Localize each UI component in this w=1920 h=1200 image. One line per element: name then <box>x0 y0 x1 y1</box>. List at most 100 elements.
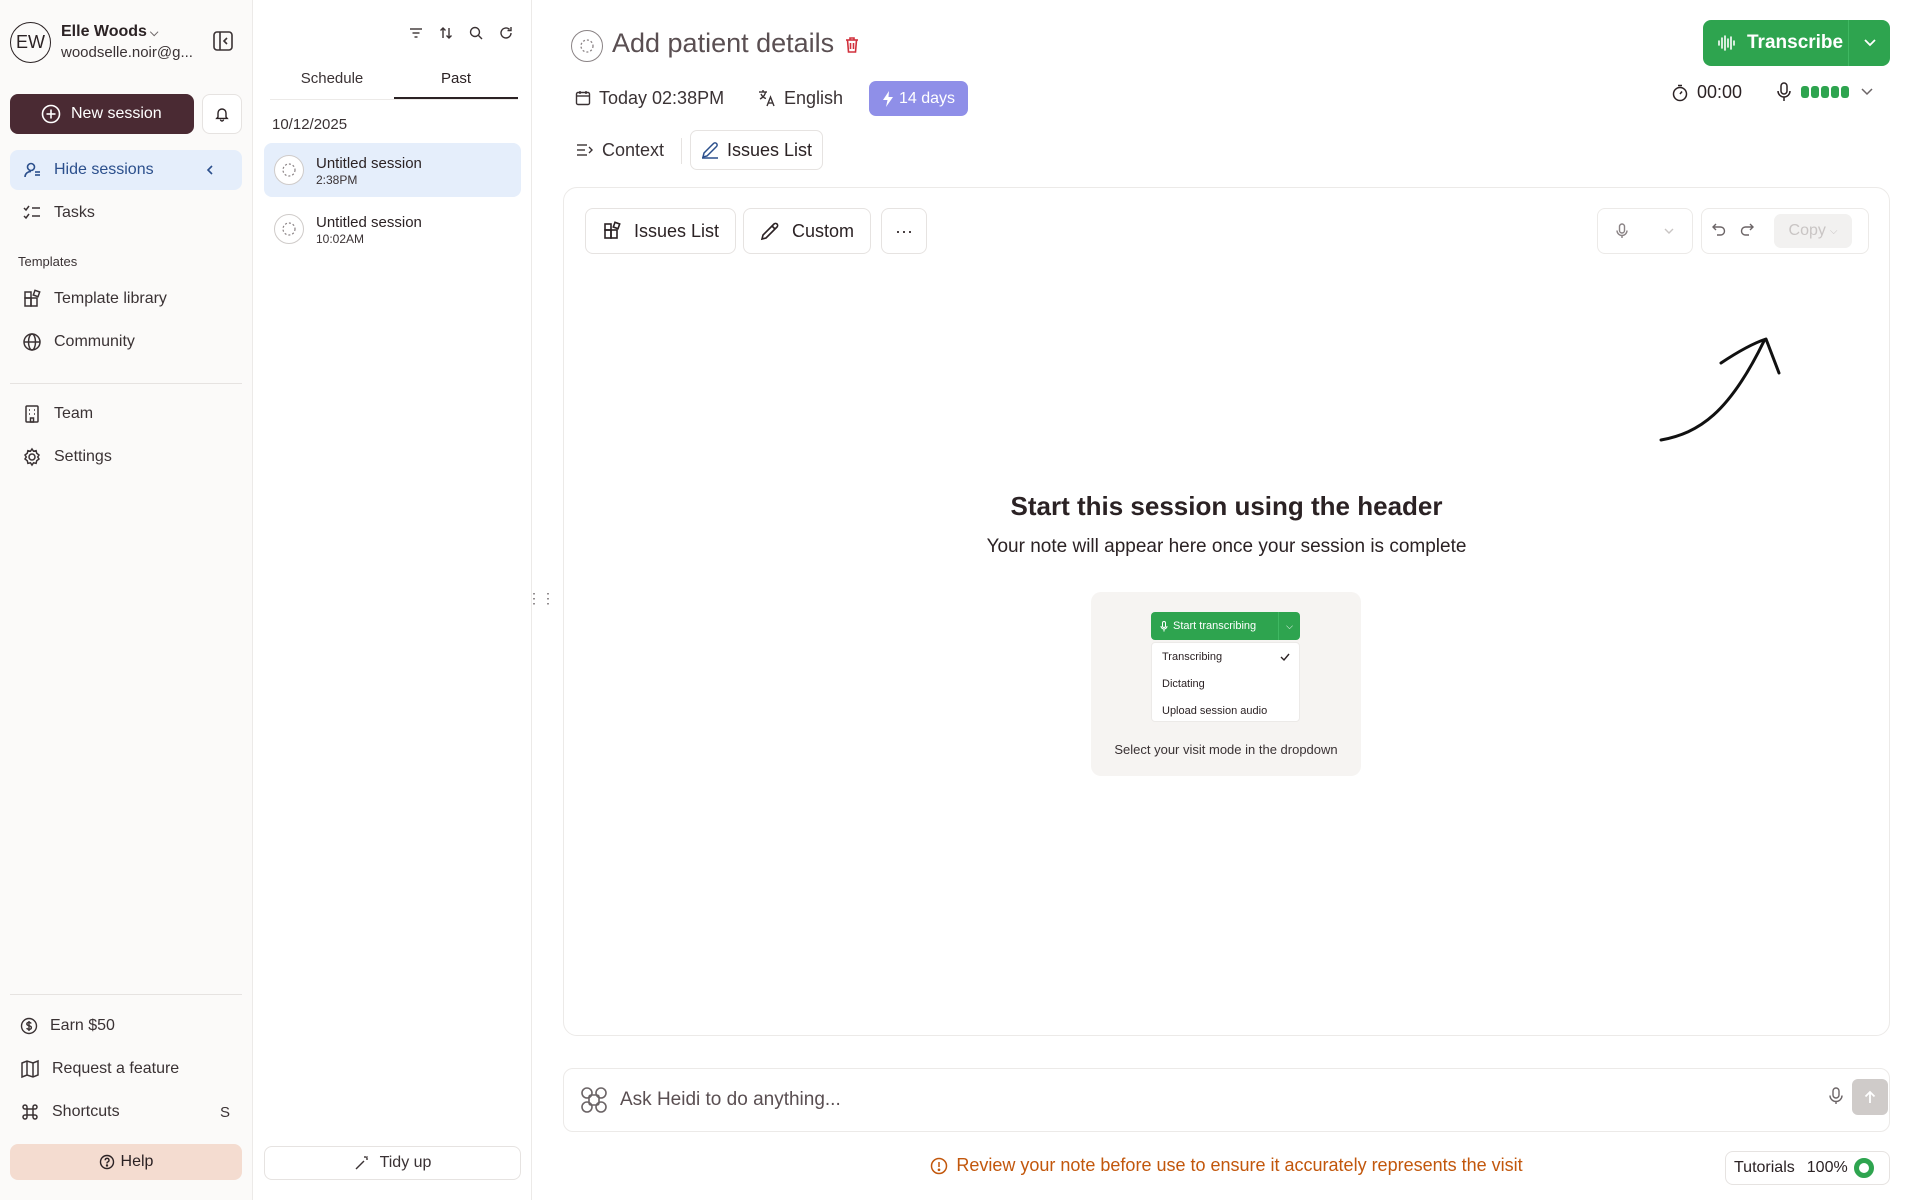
language-selector[interactable]: English <box>758 80 843 116</box>
new-session-label: New session <box>71 105 162 122</box>
session-list-item[interactable]: Untitled session 2:38PM <box>264 143 521 197</box>
check-icon <box>1280 653 1290 662</box>
sidebar-item-tasks[interactable]: Tasks <box>10 193 242 233</box>
context-icon <box>577 144 593 156</box>
tidy-up-button[interactable]: Tidy up <box>264 1146 521 1180</box>
templates-section-label: Templates <box>18 254 78 269</box>
hint-caption: Select your visit mode in the dropdown <box>1114 742 1338 757</box>
sidebar-item-earn[interactable]: Earn $50 <box>10 1006 242 1046</box>
tutorials-label: Tutorials <box>1734 1159 1795 1176</box>
sidebar-item-community[interactable]: Community <box>10 322 242 362</box>
tasks-icon <box>23 205 40 220</box>
sidebar-item-label: Settings <box>54 448 112 465</box>
sidebar-item-label: Team <box>54 405 94 422</box>
left-nav: EW Elle Woods ⌵ woodselle.noir@g... New s… <box>0 0 253 1200</box>
tab-past[interactable]: Past <box>394 66 518 99</box>
session-list-item[interactable]: Untitled session 10:02AM <box>264 202 521 256</box>
tab-context[interactable]: Context <box>566 130 674 170</box>
session-date[interactable]: Today 02:38PM <box>575 80 724 116</box>
mic-level-meter <box>1801 86 1849 98</box>
trash-icon[interactable] <box>844 36 860 59</box>
help-label: Help <box>120 1153 154 1170</box>
new-session-button[interactable]: New session <box>10 94 194 134</box>
bell-icon <box>215 108 229 122</box>
panel-collapse-icon[interactable] <box>212 30 236 54</box>
sidebar-item-label: Request a feature <box>52 1060 180 1077</box>
dictate-button-group <box>1597 208 1693 254</box>
chevron-down-icon[interactable] <box>1849 39 1890 47</box>
ask-input[interactable]: Ask Heidi to do anything... <box>620 1089 841 1111</box>
mic-icon[interactable] <box>1829 1087 1843 1110</box>
filter-icon[interactable] <box>407 24 425 42</box>
session-date-label: Today 02:38PM <box>599 87 725 108</box>
hint-option-transcribing: Transcribing <box>1162 651 1223 663</box>
plus-circle-icon <box>41 104 61 124</box>
mic-icon[interactable] <box>1598 223 1645 239</box>
map-icon <box>21 1059 39 1079</box>
timer-value: 00:00 <box>1697 82 1743 102</box>
session-time: 2:38PM <box>316 172 358 187</box>
trial-days-label: 14 days <box>898 89 956 107</box>
custom-button[interactable]: Custom <box>743 208 872 254</box>
help-button[interactable]: Help <box>10 1144 242 1180</box>
more-options-button[interactable]: ··· <box>881 208 927 254</box>
sidebar-item-team[interactable]: Team <box>10 394 242 434</box>
sidebar-item-label: Shortcuts <box>52 1103 120 1120</box>
dollar-icon <box>20 1017 38 1035</box>
sidebar-item-label: Template library <box>54 290 167 307</box>
team-icon <box>25 405 39 423</box>
tab-issues-list[interactable]: Issues List <box>690 130 824 170</box>
undo-icon[interactable] <box>1712 222 1726 241</box>
tidy-up-label: Tidy up <box>379 1154 432 1171</box>
bolt-icon <box>882 90 893 107</box>
redo-icon[interactable] <box>1740 222 1754 241</box>
sidebar-item-settings[interactable]: Settings <box>10 437 242 477</box>
pencil-icon <box>701 142 718 159</box>
template-button[interactable]: Issues List <box>585 208 737 254</box>
notifications-button[interactable] <box>202 94 242 134</box>
copy-button[interactable]: Copy ⌵ <box>1774 214 1852 248</box>
progress-ring-icon <box>1853 1158 1874 1178</box>
alert-icon <box>931 1157 948 1174</box>
heidi-logo-icon <box>581 1087 607 1113</box>
custom-button-label: Custom <box>792 220 855 241</box>
trial-days-badge[interactable]: 14 days <box>869 81 968 116</box>
nav-divider <box>10 383 242 384</box>
main-area: Add patient details Transcribe Today 02:… <box>533 0 1920 1200</box>
sidebar-item-template-library[interactable]: Template library <box>10 279 242 319</box>
sort-icon[interactable] <box>437 24 455 42</box>
session-icon <box>571 30 603 62</box>
send-button[interactable] <box>1852 1079 1888 1115</box>
mic-icon <box>1777 82 1791 101</box>
tab-context-label: Context <box>602 139 665 160</box>
gear-icon <box>23 447 41 467</box>
tab-issues-list-label: Issues List <box>727 139 813 160</box>
sidebar-item-hide-sessions[interactable]: Hide sessions <box>10 150 242 190</box>
sidebar-item-shortcuts[interactable]: Shortcuts S <box>10 1092 242 1132</box>
transcribe-label: Transcribe <box>1747 32 1844 53</box>
session-time: 10:02AM <box>316 231 365 246</box>
chevron-down-icon[interactable] <box>1645 228 1692 235</box>
tutorials-button[interactable]: Tutorials 100% <box>1725 1151 1890 1185</box>
session-date-heading: 10/12/2025 <box>272 116 348 133</box>
session-title: Untitled session <box>316 213 422 231</box>
chevron-left-icon <box>206 165 213 175</box>
search-icon[interactable] <box>467 24 485 42</box>
chevron-down-icon: ⌵ <box>149 26 159 39</box>
ask-heidi-bar[interactable]: Ask Heidi to do anything... <box>563 1068 1890 1132</box>
page-title[interactable]: Add patient details <box>612 28 834 59</box>
transcribe-button[interactable]: Transcribe <box>1703 20 1890 66</box>
hint-start-transcribing-button: Start transcribing ⌵ <box>1151 612 1300 640</box>
mic-level-selector[interactable] <box>1777 82 1873 102</box>
refresh-icon[interactable] <box>497 24 515 42</box>
edit-button-group: Copy ⌵ <box>1701 208 1869 254</box>
wand-icon <box>355 1156 368 1170</box>
session-title: Untitled session <box>316 154 422 172</box>
session-icon <box>274 214 304 244</box>
sidebar-item-request-feature[interactable]: Request a feature <box>10 1049 242 1089</box>
copy-label: Copy <box>1788 222 1826 239</box>
tab-schedule[interactable]: Schedule <box>270 66 394 99</box>
chevron-down-icon: ⌵ <box>1286 620 1293 631</box>
app: EW Elle Woods ⌵ woodselle.noir@g... New s… <box>0 0 1920 1200</box>
session-timer: 00:00 <box>1671 82 1742 103</box>
